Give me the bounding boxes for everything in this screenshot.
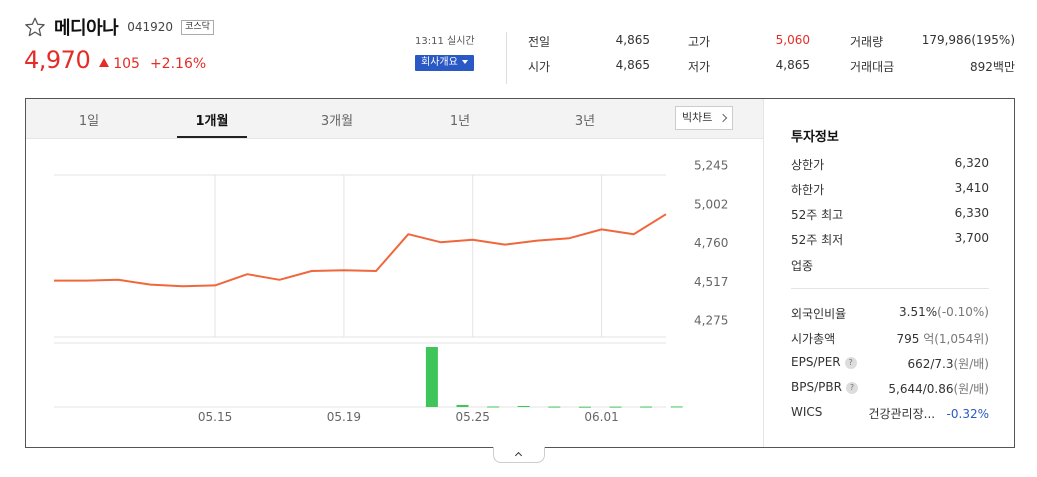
price-line (54, 213, 667, 288)
wics-sector-link[interactable]: 건강관리장... (868, 407, 935, 421)
price-chart[interactable]: 4,275 4,517 4,760 5,002 5,245 05.15 05.19 05.25… (26, 139, 763, 447)
stock-code: 041920 (127, 20, 174, 34)
trade-value: 892백만 (970, 60, 1015, 74)
volume-bar (425, 347, 438, 407)
info-row-foreign-ratio: 외국인비율 3.51%(-0.10%) (791, 305, 989, 321)
divider (506, 32, 507, 84)
tab-3month[interactable]: 3개월 (302, 110, 372, 129)
open-value: 4,865 (615, 58, 650, 72)
help-icon[interactable]: ? (845, 381, 858, 394)
info-row-bps-pbr: BPS/PBR? 5,644/0.86(원/배) (791, 380, 989, 396)
volume-bar (456, 404, 469, 407)
info-title: 투자정보 (791, 130, 839, 145)
low-value: 4,865 (775, 58, 810, 72)
info-row-market-cap: 시가총액 795 억(1,054위) (791, 332, 989, 346)
x-tick-label: 05.19 (327, 410, 361, 424)
trade-value-label: 거래대금 (850, 60, 895, 74)
chevron-right-icon (718, 113, 728, 123)
y-tick-label: 4,275 (694, 314, 728, 328)
price-change: 105 (113, 56, 140, 72)
high-label: 고가 (688, 35, 711, 49)
tab-3year[interactable]: 3년 (550, 110, 620, 129)
info-row-eps-per: EPS/PER? 662/7.3(원/배) (791, 355, 989, 371)
info-row-52w-high: 52주 최고 6,330 (791, 206, 989, 222)
y-tick-label: 5,002 (694, 197, 728, 211)
price-change-pct: +2.16% (149, 56, 207, 72)
tab-1year[interactable]: 1년 (425, 110, 495, 129)
divider (791, 288, 989, 289)
volume-bar (640, 406, 653, 408)
period-tabs: 1일 1개월 3개월 1년 3년 빅차트 (26, 99, 763, 139)
help-icon[interactable]: ? (844, 356, 857, 369)
volume-bar (517, 405, 530, 407)
x-tick-label: 06.01 (584, 410, 618, 424)
volume-bar (487, 406, 500, 408)
active-tab-indicator (177, 136, 247, 138)
y-tick-label: 4,517 (694, 275, 728, 289)
info-row-lower-limit: 하한가 3,410 (791, 181, 989, 197)
prev-close-value: 4,865 (615, 33, 650, 47)
volume-label: 거래량 (850, 35, 884, 49)
collapse-button[interactable] (493, 447, 545, 463)
investment-info: 투자정보 상한가 6,320 하한가 3,410 52주 최고 6,330 52… (763, 99, 1014, 447)
x-tick-label: 05.25 (456, 410, 490, 424)
y-tick-label: 4,760 (694, 236, 728, 250)
tab-1day[interactable]: 1일 (54, 110, 124, 129)
volume-bar (609, 406, 622, 408)
current-price: 4,970 (24, 46, 91, 74)
title-row: 메디아나 041920 코스닥 (24, 14, 214, 40)
volume-value: 179,986(195%) (921, 33, 1015, 47)
realtime-label: 13:11 실시간 (415, 36, 475, 47)
chart-panel: 1일 1개월 3개월 1년 3년 빅차트 4,275 4,517 4,760 5,00… (25, 98, 1015, 448)
info-row-wics: WICS 건강관리장... -0.32% (791, 405, 989, 421)
volume-bar (578, 406, 591, 408)
low-label: 저가 (688, 60, 711, 74)
chevron-up-icon (514, 451, 523, 460)
open-label: 시가 (528, 60, 551, 74)
x-tick-label: 05.15 (198, 410, 232, 424)
volume-bar (670, 406, 683, 408)
big-chart-button[interactable]: 빅차트 (675, 106, 733, 130)
info-row-upper-limit: 상한가 6,320 (791, 156, 989, 172)
info-row-52w-low: 52주 최저 3,700 (791, 231, 989, 247)
stock-name: 메디아나 (54, 18, 119, 39)
high-value: 5,060 (775, 33, 810, 47)
price-row: 4,970 105 +2.16% (24, 46, 206, 74)
tab-1month[interactable]: 1개월 (177, 110, 247, 129)
star-icon[interactable] (24, 16, 46, 38)
volume-bar (548, 406, 561, 408)
chart-area: 1일 1개월 3개월 1년 3년 빅차트 4,275 4,517 4,760 5,00… (26, 99, 763, 447)
info-row-sector: 업종 (791, 259, 814, 273)
y-tick-label: 5,245 (694, 158, 728, 172)
prev-close-label: 전일 (528, 35, 551, 49)
company-info-button[interactable]: 회사개요 (415, 55, 474, 71)
caret-down-icon (461, 60, 468, 64)
stock-header: 메디아나 041920 코스닥 4,970 105 +2.16% 13:11 실… (24, 12, 1015, 84)
up-arrow-icon (99, 58, 110, 67)
market-badge: 코스닥 (181, 19, 214, 35)
